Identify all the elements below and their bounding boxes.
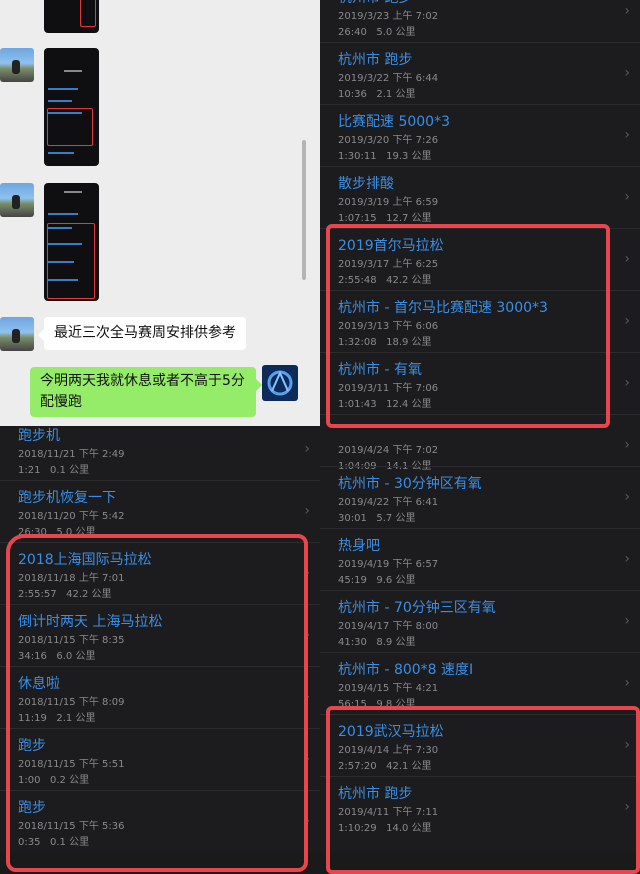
activity-title: 杭州市 - 30分钟区有氧 [338, 476, 482, 492]
activity-distance: 9.6 公里 [376, 575, 416, 586]
activity-title: 杭州市 跑步 [338, 0, 412, 7]
chat-message-outgoing[interactable]: 今明两天我就休息或者不高于5分配慢跑 [30, 367, 262, 417]
activity-date: 2019/4/17 下午 8:00 [338, 621, 439, 632]
activity-distance: 19.3 公里 [386, 151, 432, 162]
chevron-right-icon: › [624, 675, 630, 691]
activity-row[interactable]: 散步排酸 2019/3/19 上午 6:59 1:07:15 12.7 公里 › [320, 166, 640, 229]
activity-title: 杭州市 - 70分钟三区有氧 [338, 600, 496, 616]
activity-stats: 1:30:11 19.3 公里 [338, 147, 432, 162]
activity-title: 跑步机恢复一下 [18, 490, 116, 506]
activity-stats: 26:40 5.0 公里 [338, 23, 415, 38]
activity-title: 比赛配速 5000*3 [338, 114, 450, 130]
chevron-right-icon: › [624, 251, 630, 267]
scrollbar[interactable] [302, 140, 306, 280]
activity-date: 2019/3/22 下午 6:44 [338, 73, 439, 84]
chevron-right-icon: › [624, 375, 630, 391]
highlight-box [326, 224, 610, 428]
avatar[interactable] [0, 48, 34, 82]
activity-distance: 5.0 公里 [376, 27, 416, 38]
avatar[interactable] [262, 365, 298, 401]
chevron-right-icon: › [624, 127, 630, 143]
screenshot-thumbnail[interactable] [44, 183, 99, 301]
activity-row[interactable]: 比赛配速 5000*3 2019/3/20 下午 7:26 1:30:11 19.3… [320, 104, 640, 167]
activity-title: 热身吧 [338, 538, 380, 554]
message-text: 今明两天我就休息或者不高于5分配慢跑 [40, 373, 245, 410]
activity-stats: 1:07:15 12.7 公里 [338, 209, 432, 224]
activity-stats: 10:36 2.1 公里 [338, 85, 415, 100]
activity-duration: 26:40 [338, 27, 367, 38]
activity-date: 2018/11/20 下午 5:42 [18, 511, 125, 522]
activity-duration: 1:30:11 [338, 151, 377, 162]
chevron-right-icon: › [624, 613, 630, 629]
chevron-right-icon: › [624, 3, 630, 19]
activity-distance: 8.9 公里 [376, 637, 416, 648]
activity-duration: 1:07:15 [338, 213, 377, 224]
chat-message-incoming[interactable]: 最近三次全马赛周安排供参考 [38, 317, 246, 350]
activity-row[interactable]: 热身吧 2019/4/19 下午 6:57 45:19 9.6 公里 › [320, 528, 640, 591]
activity-row[interactable]: 跑步机 2018/11/21 下午 2:49 1:21 0.1 公里 › [0, 426, 320, 481]
highlight-box [326, 706, 640, 874]
chevron-right-icon: › [304, 503, 310, 519]
avatar[interactable] [0, 183, 34, 217]
activity-distance: 12.7 公里 [386, 213, 432, 224]
activity-date: 2019/4/24 下午 7:02 [338, 445, 439, 456]
chat-panel: 最近三次全马赛周安排供参考 今明两天我就休息或者不高于5分配慢跑 [0, 0, 320, 426]
activity-stats: 1:21 0.1 公里 [18, 461, 89, 476]
highlight-box [6, 534, 308, 872]
activity-title: 散步排酸 [338, 176, 394, 192]
activity-title: 杭州市 - 800*8 速度I [338, 662, 474, 678]
activity-duration: 1:21 [18, 465, 41, 476]
activity-stats: 45:19 9.6 公里 [338, 571, 415, 586]
activity-date: 2019/3/19 上午 6:59 [338, 197, 439, 208]
activity-row[interactable]: 杭州市 跑步 2019/3/22 下午 6:44 10:36 2.1 公里 › [320, 42, 640, 105]
chevron-right-icon: › [624, 65, 630, 81]
activity-title: 跑步机 [18, 428, 60, 444]
activity-distance: 5.7 公里 [376, 513, 416, 524]
screenshot-thumbnail[interactable] [44, 48, 99, 166]
chevron-right-icon: › [624, 313, 630, 329]
chevron-right-icon: › [624, 551, 630, 567]
activity-stats: 30:01 5.7 公里 [338, 509, 415, 524]
activity-date: 2019/4/15 下午 4:21 [338, 683, 439, 694]
chevron-right-icon: › [624, 189, 630, 205]
activity-date: 2018/11/21 下午 2:49 [18, 449, 125, 460]
activity-title: 杭州市 跑步 [338, 52, 413, 68]
activity-row[interactable]: 杭州市 - 30分钟区有氧 2019/4/22 下午 6:41 30:01 5.7 … [320, 466, 640, 529]
chevron-right-icon: › [624, 437, 630, 453]
activity-row[interactable]: 杭州市 - 70分钟三区有氧 2019/4/17 下午 8:00 41:30 8.9… [320, 590, 640, 653]
activity-duration: 41:30 [338, 637, 367, 648]
activity-duration: 30:01 [338, 513, 367, 524]
chevron-right-icon: › [624, 489, 630, 505]
chevron-right-icon: › [304, 441, 310, 457]
activity-duration: 45:19 [338, 575, 367, 586]
activity-duration: 10:36 [338, 89, 367, 100]
activity-date: 2019/3/20 下午 7:26 [338, 135, 439, 146]
activity-stats: 41:30 8.9 公里 [338, 633, 415, 648]
activity-row[interactable]: 杭州市 跑步2019/3/23 上午 7:0226:40 5.0 公里› [320, 0, 640, 43]
activity-date: 2019/3/23 上午 7:02 [338, 11, 439, 22]
activity-distance: 0.1 公里 [50, 465, 90, 476]
activity-date: 2019/4/19 下午 6:57 [338, 559, 439, 570]
activity-distance: 2.1 公里 [376, 89, 416, 100]
screenshot-thumbnail[interactable] [44, 0, 99, 33]
activity-date: 2019/4/22 下午 6:41 [338, 497, 439, 508]
message-text: 最近三次全马赛周安排供参考 [54, 325, 236, 341]
avatar[interactable] [0, 317, 34, 351]
